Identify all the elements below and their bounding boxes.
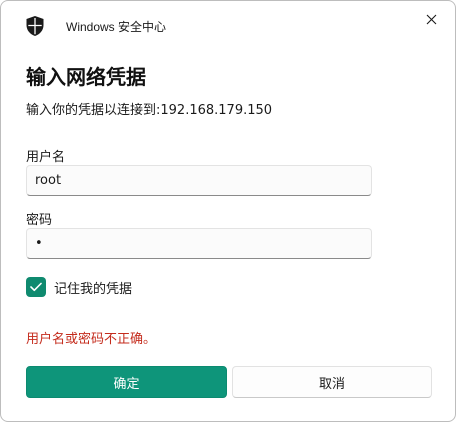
close-icon	[426, 10, 437, 29]
dialog-heading: 输入网络凭据	[26, 65, 146, 89]
password-label: 密码	[26, 213, 53, 228]
window-title: Windows 安全中心	[66, 20, 167, 34]
remember-credentials-label: 记住我的凭据	[54, 281, 133, 297]
password-field[interactable]: •	[26, 228, 372, 259]
username-label: 用户名	[26, 150, 66, 165]
checkbox-checked-icon[interactable]	[26, 277, 46, 297]
close-button[interactable]	[415, 6, 447, 32]
remember-credentials-checkbox[interactable]: 记住我的凭据	[26, 276, 132, 298]
dialog-subtitle: 输入你的凭据以连接到:192.168.179.150	[26, 103, 273, 118]
username-field[interactable]: root	[26, 165, 372, 196]
shield-icon	[26, 16, 44, 36]
error-message: 用户名或密码不正确。	[26, 332, 157, 347]
cancel-button[interactable]: 取消	[232, 366, 432, 398]
credential-dialog: Windows 安全中心 输入网络凭据 输入你的凭据以连接到:192.168.1…	[0, 0, 456, 422]
title-bar: Windows 安全中心	[1, 1, 455, 49]
ok-button[interactable]: 确定	[26, 366, 227, 398]
